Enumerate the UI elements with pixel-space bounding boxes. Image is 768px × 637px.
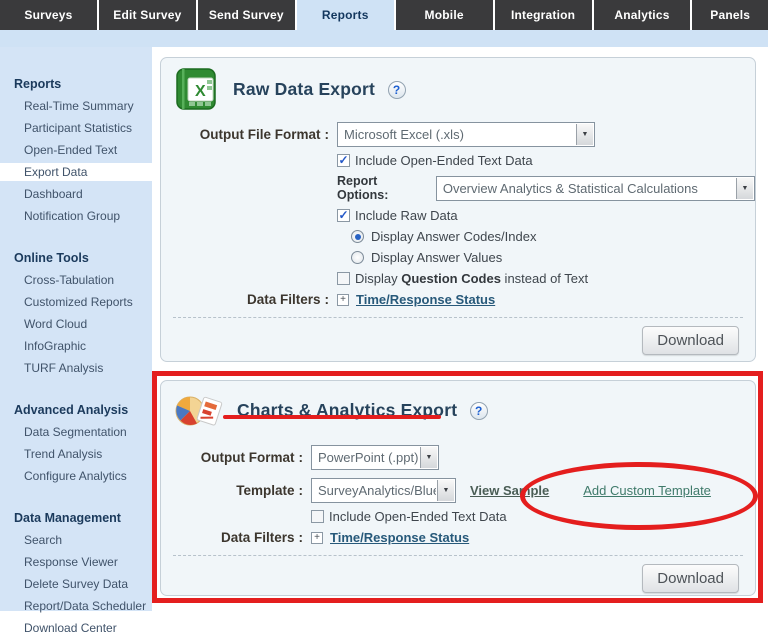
sidebar-item-infographic[interactable]: InfoGraphic: [0, 337, 152, 355]
include-raw-data-label: Include Raw Data: [355, 208, 458, 223]
data-filters-label: Data Filters:: [161, 530, 303, 545]
sidebar-section-online-tools: Online Tools Cross-Tabulation Customized…: [0, 251, 152, 377]
time-response-status-link[interactable]: Time/Response Status: [330, 530, 469, 545]
output-file-format-value: Microsoft Excel (.xls): [338, 123, 575, 146]
question-codes-label: Display Question Codes instead of Text: [355, 271, 588, 286]
raw-data-export-title: Raw Data Export: [233, 79, 375, 99]
tab-edit-survey[interactable]: Edit Survey: [99, 0, 196, 30]
output-file-format-label: Output File Format:: [161, 127, 329, 142]
top-navigation: Surveys Edit Survey Send Survey Reports …: [0, 0, 768, 30]
display-answer-values-radio[interactable]: [351, 251, 364, 264]
sidebar-item-search[interactable]: Search: [0, 531, 152, 549]
output-format-value: PowerPoint (.ppt): [312, 446, 419, 469]
tab-panels[interactable]: Panels: [692, 0, 768, 30]
raw-data-export-form: Output File Format: Microsoft Excel (.xl…: [161, 112, 755, 307]
report-options-select[interactable]: Overview Analytics & Statistical Calcula…: [436, 176, 755, 201]
sidebar-item-open-ended-text[interactable]: Open-Ended Text: [0, 141, 152, 159]
sidebar-item-trend-analysis[interactable]: Trend Analysis: [0, 445, 152, 463]
include-open-ended-label: Include Open-Ended Text Data: [329, 509, 507, 524]
expand-plus-icon[interactable]: +: [311, 532, 323, 544]
report-options-value: Overview Analytics & Statistical Calcula…: [437, 177, 735, 200]
raw-export-download-button[interactable]: Download: [642, 326, 739, 355]
sidebar-item-notification-group[interactable]: Notification Group: [0, 207, 152, 225]
sidebar-item-customized-reports[interactable]: Customized Reports: [0, 293, 152, 311]
sidebar-heading-data-management: Data Management: [0, 511, 152, 531]
pie-chart-icon: [173, 389, 223, 431]
help-icon[interactable]: ?: [470, 402, 488, 420]
display-answer-codes-label: Display Answer Codes/Index: [371, 229, 536, 244]
sidebar-item-turf-analysis[interactable]: TURF Analysis: [0, 359, 152, 377]
include-open-ended-label: Include Open-Ended Text Data: [355, 153, 533, 168]
data-filters-label: Data Filters:: [161, 292, 329, 307]
sidebar-section-reports: Reports Real-Time Summary Participant St…: [0, 77, 152, 225]
sidebar-heading-advanced-analysis: Advanced Analysis: [0, 403, 152, 423]
expand-plus-icon[interactable]: +: [337, 294, 349, 306]
dropdown-arrow-icon[interactable]: ▼: [576, 124, 593, 145]
sidebar-item-data-segmentation[interactable]: Data Segmentation: [0, 423, 152, 441]
sidebar-item-export-data[interactable]: Export Data: [0, 163, 152, 181]
sidebar-item-real-time-summary[interactable]: Real-Time Summary: [0, 97, 152, 115]
tab-send-survey[interactable]: Send Survey: [198, 0, 295, 30]
include-open-ended-checkbox[interactable]: ✓: [337, 154, 350, 167]
annotation-red-underline: [223, 415, 441, 419]
sidebar-item-download-center[interactable]: Download Center: [0, 619, 152, 637]
template-label: Template:: [161, 483, 303, 498]
sidebar-item-dashboard[interactable]: Dashboard: [0, 185, 152, 203]
sidebar: Reports Real-Time Summary Participant St…: [0, 47, 152, 611]
sidebar-section-advanced-analysis: Advanced Analysis Data Segmentation Tren…: [0, 403, 152, 485]
sidebar-item-delete-survey-data[interactable]: Delete Survey Data: [0, 575, 152, 593]
sidebar-heading-online-tools: Online Tools: [0, 251, 152, 271]
template-select[interactable]: SurveyAnalytics/Blue ▼: [311, 478, 456, 503]
dropdown-arrow-icon[interactable]: ▼: [420, 447, 437, 468]
output-format-select[interactable]: PowerPoint (.ppt) ▼: [311, 445, 439, 470]
sidebar-item-participant-statistics[interactable]: Participant Statistics: [0, 119, 152, 137]
view-sample-link[interactable]: View Sample: [470, 483, 549, 498]
dropdown-arrow-icon[interactable]: ▼: [437, 480, 454, 501]
active-tab-strip: [0, 30, 768, 47]
tab-surveys[interactable]: Surveys: [0, 0, 97, 30]
tab-mobile[interactable]: Mobile: [396, 0, 493, 30]
raw-data-export-header: X Raw Data Export ?: [161, 58, 755, 112]
include-raw-data-checkbox[interactable]: ✓: [337, 209, 350, 222]
charts-export-header: Charts & Analytics Export ?: [161, 381, 755, 431]
display-answer-codes-radio[interactable]: [351, 230, 364, 243]
charts-analytics-export-panel: Charts & Analytics Export ? Output Forma…: [160, 380, 756, 596]
raw-data-export-panel: X Raw Data Export ? Output File Format: …: [160, 57, 756, 362]
tab-analytics[interactable]: Analytics: [594, 0, 691, 30]
excel-icon: X: [173, 66, 219, 112]
template-value: SurveyAnalytics/Blue: [312, 479, 436, 502]
output-format-label: Output Format:: [161, 450, 303, 465]
display-answer-values-label: Display Answer Values: [371, 250, 502, 265]
report-options-label: Report Options:: [337, 174, 430, 202]
sidebar-section-data-management: Data Management Search Response Viewer D…: [0, 511, 152, 637]
charts-export-form: Output Format: PowerPoint (.ppt) ▼ Templ…: [161, 431, 755, 545]
sidebar-item-response-viewer[interactable]: Response Viewer: [0, 553, 152, 571]
question-codes-checkbox[interactable]: ✓: [337, 272, 350, 285]
svg-text:X: X: [195, 83, 206, 100]
time-response-status-link[interactable]: Time/Response Status: [356, 292, 495, 307]
output-file-format-select[interactable]: Microsoft Excel (.xls) ▼: [337, 122, 595, 147]
sidebar-item-configure-analytics[interactable]: Configure Analytics: [0, 467, 152, 485]
sidebar-item-report-data-scheduler[interactable]: Report/Data Scheduler: [0, 597, 152, 615]
sidebar-item-word-cloud[interactable]: Word Cloud: [0, 315, 152, 333]
add-custom-template-link[interactable]: Add Custom Template: [583, 483, 711, 498]
tab-integration[interactable]: Integration: [495, 0, 592, 30]
charts-export-download-button[interactable]: Download: [642, 564, 739, 593]
sidebar-item-cross-tabulation[interactable]: Cross-Tabulation: [0, 271, 152, 289]
help-icon[interactable]: ?: [388, 81, 406, 99]
sidebar-heading-reports: Reports: [0, 77, 152, 97]
include-open-ended-checkbox[interactable]: ✓: [311, 510, 324, 523]
dropdown-arrow-icon[interactable]: ▼: [736, 178, 753, 199]
tab-reports[interactable]: Reports: [297, 0, 394, 30]
